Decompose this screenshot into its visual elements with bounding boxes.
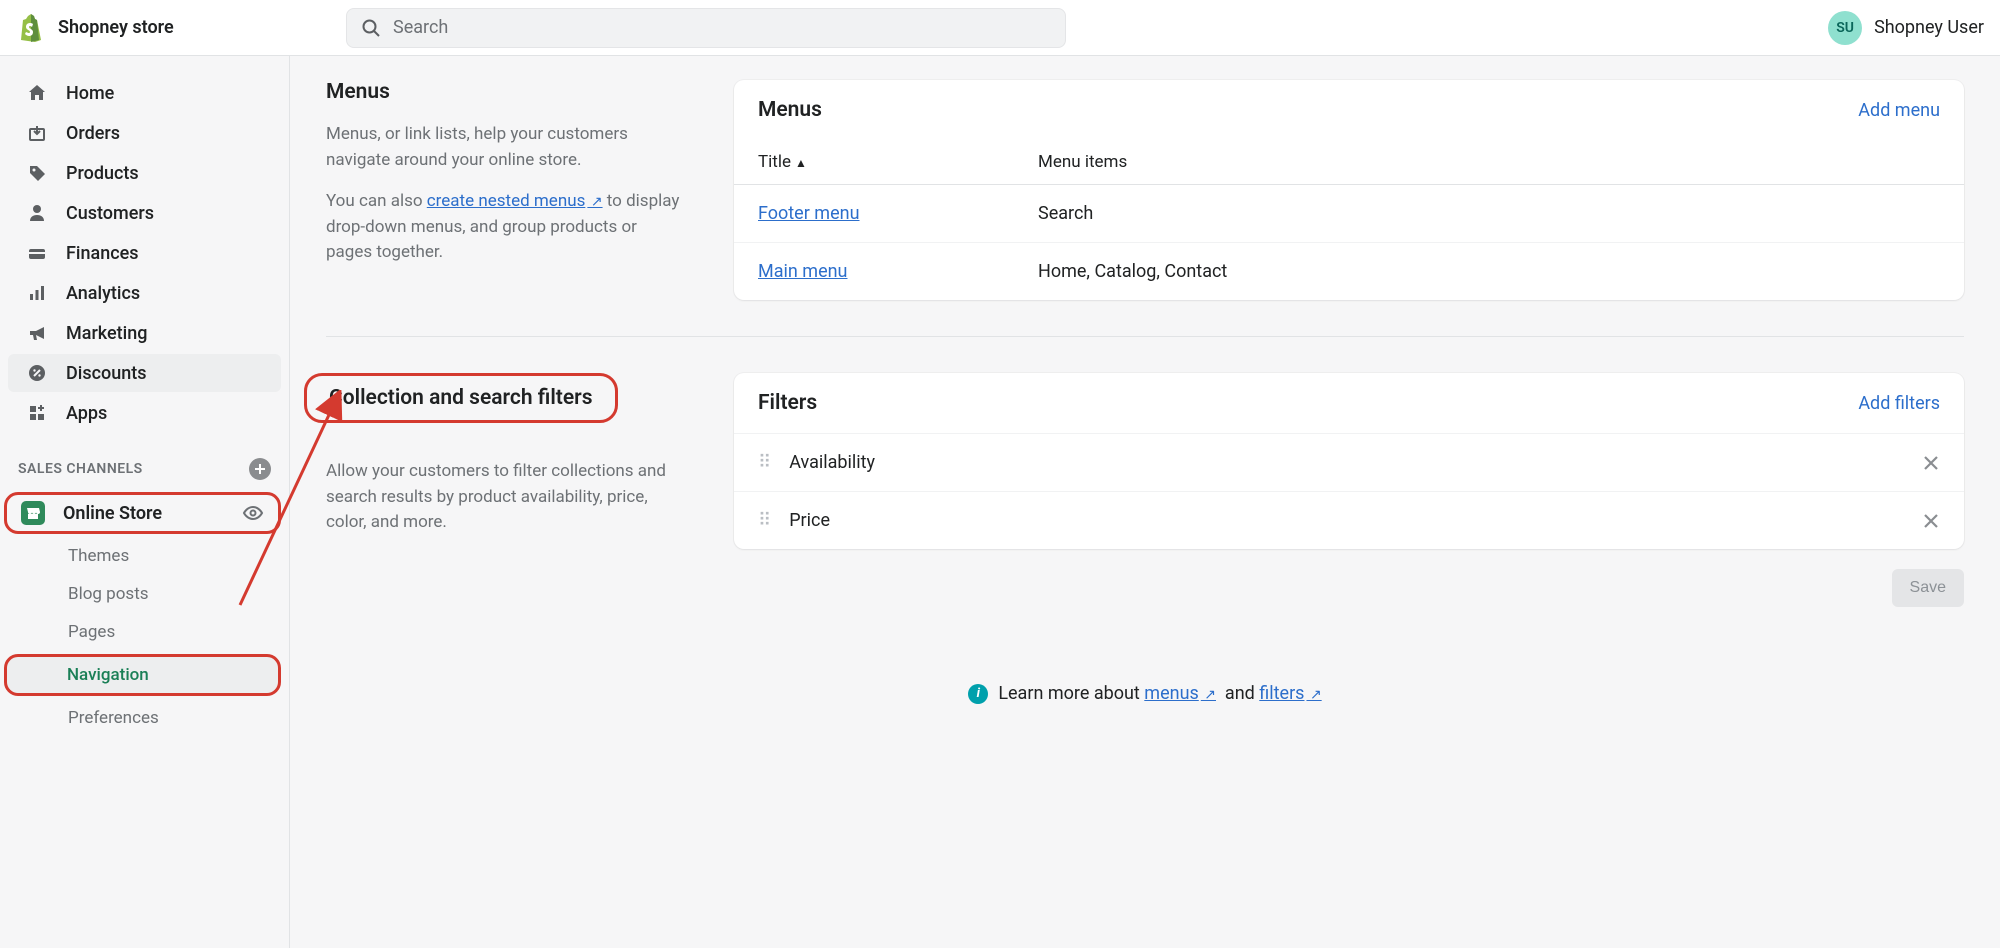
top-bar: Shopney store Search SU Shopney User <box>0 0 2000 56</box>
filters-card: Filters Add filters ⠿ Availability ⠿ Pri… <box>734 373 1964 549</box>
filter-label: Price <box>789 510 1902 531</box>
table-row: Footer menu Search <box>734 185 1964 243</box>
drag-handle-icon[interactable]: ⠿ <box>758 452 769 473</box>
search-container: Search <box>346 8 1066 48</box>
sidebar-item-finances[interactable]: Finances <box>8 234 281 272</box>
sales-channels-header: SALES CHANNELS <box>0 434 289 488</box>
user-name: Shopney User <box>1874 17 1984 38</box>
search-placeholder: Search <box>393 17 448 38</box>
filters-section-title: Collection and search filters <box>304 373 618 423</box>
sidebar-item-customers[interactable]: Customers <box>8 194 281 232</box>
table-row: Main menu Home, Catalog, Contact <box>734 243 1964 300</box>
sidebar-item-label: Discounts <box>66 363 147 384</box>
store-icon <box>21 501 45 525</box>
user-menu[interactable]: SU Shopney User <box>1828 11 1984 45</box>
subnav-pages[interactable]: Pages <box>8 614 281 650</box>
sidebar-item-label: Products <box>66 163 139 184</box>
menus-card-title: Menus <box>758 98 822 122</box>
discount-icon <box>26 362 48 384</box>
menu-link-footer[interactable]: Footer menu <box>758 203 860 224</box>
megaphone-icon <box>26 322 48 344</box>
finance-icon <box>26 242 48 264</box>
menu-link-main[interactable]: Main menu <box>758 261 847 282</box>
sidebar-item-label: Analytics <box>66 283 140 304</box>
subnav-preferences[interactable]: Preferences <box>8 700 281 736</box>
save-button[interactable]: Save <box>1892 569 1964 607</box>
external-link-icon: ↗ <box>1201 687 1216 703</box>
tag-icon <box>26 162 48 184</box>
store-name: Shopney store <box>58 17 174 38</box>
subnav-navigation[interactable]: Navigation <box>4 654 281 696</box>
sidebar-item-analytics[interactable]: Analytics <box>8 274 281 312</box>
sidebar-item-label: Orders <box>66 123 120 144</box>
home-icon <box>26 82 48 104</box>
col-items-header: Menu items <box>1038 152 1940 172</box>
col-title-header[interactable]: Title▲ <box>758 152 1038 172</box>
view-store-icon[interactable] <box>242 502 264 524</box>
sidebar-item-discounts[interactable]: Discounts <box>8 354 281 392</box>
orders-icon <box>26 122 48 144</box>
remove-filter-button[interactable] <box>1922 512 1940 530</box>
subnav-blog-posts[interactable]: Blog posts <box>8 576 281 612</box>
shopify-logo-icon <box>16 14 44 42</box>
menus-section-desc2: You can also create nested menus ↗ to di… <box>326 189 686 266</box>
menus-section-desc1: Menus, or link lists, help your customer… <box>326 122 686 173</box>
menu-items-cell: Home, Catalog, Contact <box>1038 261 1940 282</box>
sidebar: Home Orders Products Customers Finances … <box>0 56 290 948</box>
learn-more-footer: i Learn more about menus ↗ and filters ↗ <box>326 643 1964 704</box>
filters-section-desc: Allow your customers to filter collectio… <box>326 459 686 536</box>
channel-label: Online Store <box>63 503 162 524</box>
sidebar-item-label: Marketing <box>66 323 147 344</box>
create-nested-menus-link[interactable]: create nested menus ↗ <box>427 191 603 211</box>
apps-icon <box>26 402 48 424</box>
menus-card: Menus Add menu Title▲ Menu items Footer … <box>734 80 1964 300</box>
sort-asc-icon: ▲ <box>795 156 807 170</box>
filter-row: ⠿ Price <box>734 491 1964 549</box>
menu-items-cell: Search <box>1038 203 1940 224</box>
add-channel-button[interactable] <box>249 458 271 480</box>
channel-online-store[interactable]: Online Store <box>4 492 281 534</box>
sidebar-item-marketing[interactable]: Marketing <box>8 314 281 352</box>
store-identity: Shopney store <box>16 14 346 42</box>
filter-row: ⠿ Availability <box>734 433 1964 491</box>
search-icon <box>361 18 381 38</box>
sidebar-item-orders[interactable]: Orders <box>8 114 281 152</box>
sidebar-item-home[interactable]: Home <box>8 74 281 112</box>
filters-section: Collection and search filters Allow your… <box>326 336 1964 643</box>
search-input[interactable]: Search <box>346 8 1066 48</box>
menus-section: Menus Menus, or link lists, help your cu… <box>326 80 1964 336</box>
subnav-themes[interactable]: Themes <box>8 538 281 574</box>
external-link-icon: ↗ <box>1306 687 1321 703</box>
learn-more-menus-link[interactable]: menus ↗ <box>1144 683 1216 704</box>
sidebar-item-products[interactable]: Products <box>8 154 281 192</box>
person-icon <box>26 202 48 224</box>
sidebar-item-label: Apps <box>66 403 107 424</box>
sidebar-item-label: Finances <box>66 243 139 264</box>
avatar: SU <box>1828 11 1862 45</box>
external-link-icon: ↗ <box>587 194 602 210</box>
info-icon: i <box>968 684 988 704</box>
analytics-icon <box>26 282 48 304</box>
main-content: Menus Menus, or link lists, help your cu… <box>290 0 2000 744</box>
menus-section-title: Menus <box>326 80 686 104</box>
remove-filter-button[interactable] <box>1922 454 1940 472</box>
learn-more-filters-link[interactable]: filters ↗ <box>1259 683 1321 704</box>
filter-label: Availability <box>789 452 1902 473</box>
sidebar-item-label: Home <box>66 83 114 104</box>
sidebar-item-label: Customers <box>66 203 154 224</box>
drag-handle-icon[interactable]: ⠿ <box>758 510 769 531</box>
add-menu-link[interactable]: Add menu <box>1858 100 1940 121</box>
add-filters-link[interactable]: Add filters <box>1858 393 1940 414</box>
sidebar-item-apps[interactable]: Apps <box>8 394 281 432</box>
menus-table-header: Title▲ Menu items <box>734 140 1964 185</box>
filters-card-title: Filters <box>758 391 817 415</box>
